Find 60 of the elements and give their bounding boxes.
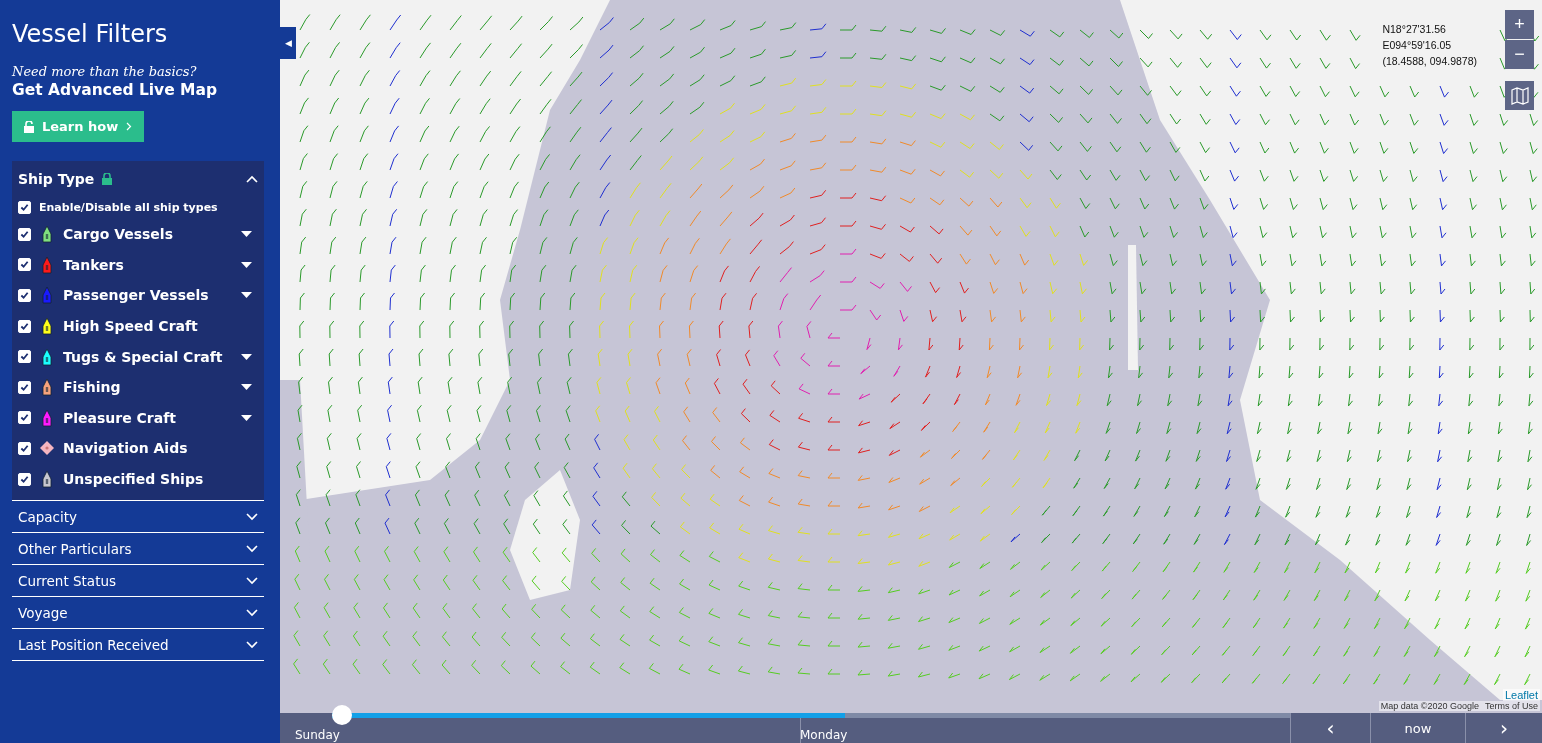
- ship-type-label[interactable]: High Speed Craft: [63, 318, 258, 335]
- caret-down-icon[interactable]: [241, 414, 252, 421]
- coordinate-text: N18°27'31.56: [1382, 22, 1447, 37]
- sidebar-title: Vessel Filters: [12, 20, 169, 48]
- zoom-in-button[interactable]: +: [1505, 10, 1534, 39]
- chevron-down-icon[interactable]: [246, 544, 258, 553]
- chevron-right-icon: [126, 122, 133, 131]
- checkbox[interactable]: [18, 380, 31, 394]
- day-label: Monday: [800, 728, 848, 742]
- filter-section[interactable]: Last Position Received: [12, 629, 264, 662]
- map-layers-button[interactable]: [1505, 81, 1534, 110]
- filter-section[interactable]: Capacity: [12, 501, 264, 534]
- day-label: Sunday: [295, 728, 340, 742]
- ship-type-label[interactable]: Tankers: [63, 256, 233, 273]
- ship-type-label[interactable]: Unspecified Ships: [63, 471, 258, 488]
- collapse-sidebar-button[interactable]: ◀: [280, 27, 296, 59]
- checkbox[interactable]: [18, 227, 31, 241]
- terms-link[interactable]: Terms of Use: [1485, 701, 1538, 711]
- panel-title[interactable]: Ship Type: [18, 171, 95, 187]
- zoom-out-button[interactable]: −: [1505, 40, 1534, 69]
- ship-type-label[interactable]: Navigation Aids: [63, 440, 258, 457]
- previous-button[interactable]: ‹: [1290, 713, 1370, 743]
- timeline-thumb[interactable]: [332, 705, 352, 725]
- chevron-down-icon[interactable]: [246, 640, 258, 649]
- ship-type-label[interactable]: Passenger Vessels: [63, 287, 233, 304]
- coordinate-text: (18.4588, 094.9878): [1382, 54, 1477, 69]
- now-button[interactable]: now: [1370, 713, 1465, 743]
- checkbox[interactable]: [18, 289, 31, 302]
- leaflet-link[interactable]: Leaflet: [1502, 689, 1540, 701]
- map-data-credit: Map data ©2020 Google: [1380, 701, 1479, 711]
- caret-down-icon[interactable]: [241, 384, 252, 391]
- chevron-down-icon[interactable]: [246, 576, 258, 585]
- checkbox[interactable]: [18, 319, 31, 333]
- ship-type-label[interactable]: Fishing: [63, 379, 233, 396]
- ship-type-label[interactable]: Cargo Vessels: [63, 226, 233, 243]
- promo-question: Need more than the basics?: [12, 64, 198, 79]
- next-button[interactable]: ›: [1465, 713, 1542, 743]
- filter-section[interactable]: Voyage: [12, 597, 264, 630]
- map-icon: [1510, 86, 1529, 105]
- filter-section[interactable]: Other Particulars: [12, 533, 264, 566]
- checkbox[interactable]: [18, 411, 31, 425]
- all-types-label: Enable/Disable all ship types: [39, 200, 218, 214]
- checkbox[interactable]: [18, 350, 31, 364]
- chevron-up-icon[interactable]: [246, 175, 258, 183]
- chevron-down-icon[interactable]: [246, 512, 258, 521]
- chevron-down-icon[interactable]: [246, 608, 258, 617]
- filter-section[interactable]: Current Status: [12, 565, 264, 598]
- checkbox[interactable]: [18, 472, 31, 486]
- ship-type-label[interactable]: Pleasure Craft: [63, 409, 233, 426]
- checkbox[interactable]: [18, 441, 31, 455]
- caret-down-icon[interactable]: [241, 261, 252, 268]
- caret-down-icon[interactable]: [241, 292, 252, 299]
- ship-type-label[interactable]: Tugs & Special Craft: [63, 348, 233, 365]
- caret-down-icon[interactable]: [241, 231, 252, 238]
- promo-heading: Get Advanced Live Map: [12, 81, 219, 99]
- checkbox[interactable]: [18, 200, 31, 214]
- checkbox[interactable]: [18, 258, 31, 272]
- unlock-icon: [24, 120, 34, 133]
- coordinate-text: E094°59'16.05: [1382, 38, 1453, 53]
- caret-down-icon[interactable]: [241, 353, 252, 360]
